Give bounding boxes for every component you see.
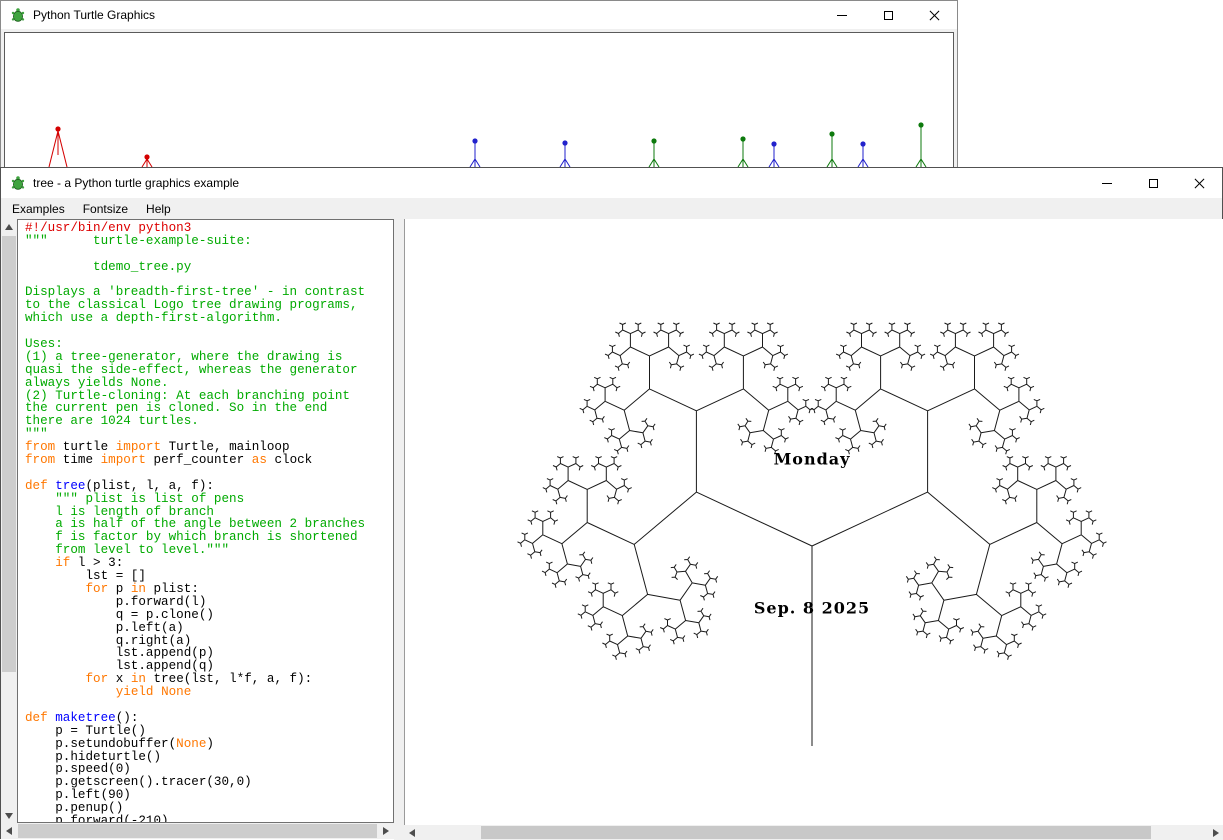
code-vertical-scrollbar[interactable] <box>1 219 17 823</box>
maximize-icon <box>1149 179 1158 188</box>
window-title: tree - a Python turtle graphics example <box>33 176 1084 190</box>
code-editor[interactable]: #!/usr/bin/env python3""" turtle-example… <box>17 219 394 823</box>
code-line: """ turtle-example-suite: <box>25 235 393 248</box>
maximize-icon <box>884 11 893 20</box>
titlebar[interactable]: tree - a Python turtle graphics example <box>1 168 1222 198</box>
code-line: from time import perf_counter as clock <box>25 454 393 467</box>
scrollbar-thumb[interactable] <box>18 824 377 838</box>
menu-bar: Examples Fontsize Help <box>1 198 1222 219</box>
turtle-sprite <box>560 140 570 167</box>
code-line: p.forward(-210) <box>25 815 393 823</box>
code-line: there are 1024 turtles. <box>25 415 393 428</box>
turtle-icon <box>10 175 26 191</box>
maximize-button[interactable] <box>865 1 911 29</box>
menu-fontsize[interactable]: Fontsize <box>74 199 137 219</box>
scroll-right-icon <box>383 827 389 835</box>
scroll-right-button[interactable] <box>1208 825 1223 840</box>
close-button[interactable] <box>1176 168 1222 198</box>
scroll-right-icon <box>1213 829 1219 837</box>
minimize-icon <box>837 15 847 16</box>
code-horizontal-scrollbar[interactable] <box>1 823 394 839</box>
turtle-sprite <box>738 136 748 167</box>
close-button[interactable] <box>911 1 957 29</box>
turtle-sprite <box>858 141 868 167</box>
turtle-sprite <box>827 131 837 167</box>
turtle-sprite <box>142 154 152 167</box>
window-title: Python Turtle Graphics <box>33 8 819 22</box>
maximize-button[interactable] <box>1130 168 1176 198</box>
scroll-right-button[interactable] <box>378 823 394 839</box>
scroll-left-icon <box>409 829 415 837</box>
code-line: which use a depth-first-algorithm. <box>25 312 393 325</box>
menu-examples[interactable]: Examples <box>3 199 74 219</box>
scroll-left-button[interactable] <box>1 823 17 839</box>
turtle-sprite <box>49 126 67 167</box>
scroll-left-button[interactable] <box>404 825 420 840</box>
canvas-text-label: Monday <box>774 450 851 469</box>
turtle-sprite <box>769 141 779 167</box>
scroll-down-button[interactable] <box>1 808 17 823</box>
turtle-sprite <box>649 138 659 167</box>
code-line: yield None <box>25 686 393 699</box>
minimize-button[interactable] <box>819 1 865 29</box>
turtle-sprite <box>470 138 480 167</box>
tree-demo-window: tree - a Python turtle graphics example … <box>0 167 1223 839</box>
minimize-icon <box>1102 183 1112 184</box>
pane-divider[interactable] <box>394 219 404 840</box>
scroll-down-icon <box>5 813 13 819</box>
code-line <box>25 325 393 338</box>
close-icon <box>1194 178 1205 189</box>
scroll-left-icon <box>6 827 12 835</box>
scroll-up-button[interactable] <box>1 219 17 234</box>
turtle-icon <box>10 7 26 23</box>
fractal-tree-drawing <box>518 323 1107 746</box>
scrollbar-thumb[interactable] <box>2 236 16 672</box>
close-icon <box>929 10 940 21</box>
menu-help[interactable]: Help <box>137 199 180 219</box>
turtle-sprite <box>916 122 926 167</box>
code-line: tdemo_tree.py <box>25 261 393 274</box>
drawing-canvas: Monday Sep. 8 2025 <box>404 219 1223 825</box>
scrollbar-thumb[interactable] <box>481 826 1151 839</box>
minimize-button[interactable] <box>1084 168 1130 198</box>
scroll-up-icon <box>5 224 13 230</box>
titlebar[interactable]: Python Turtle Graphics <box>1 1 957 29</box>
code-listing: #!/usr/bin/env python3""" turtle-example… <box>18 220 393 823</box>
canvas-horizontal-scrollbar[interactable] <box>404 825 1223 840</box>
canvas-text-label: Sep. 8 2025 <box>754 599 870 618</box>
